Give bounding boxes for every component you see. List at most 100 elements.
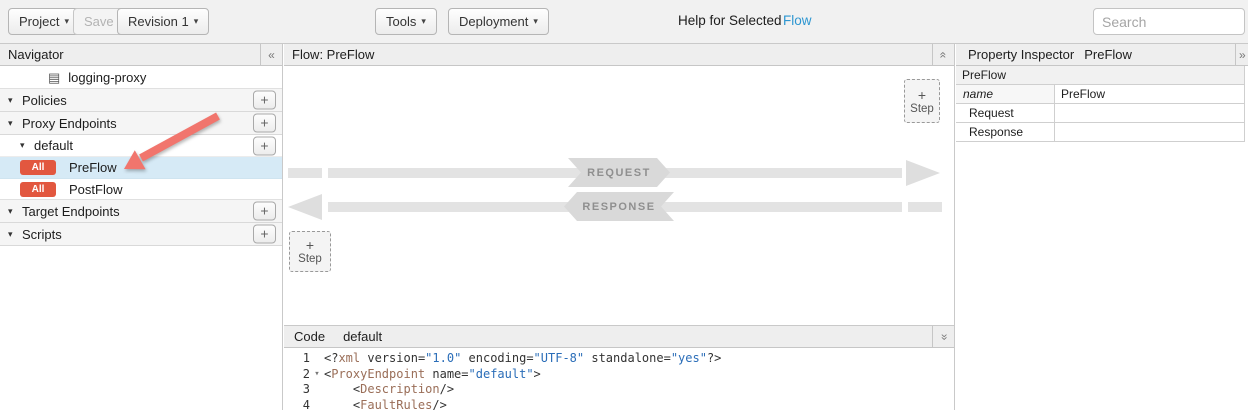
default-endpoint-label: default	[34, 138, 73, 153]
deployment-menu-label: Deployment	[459, 14, 528, 29]
property-inspector-panel: Property Inspector PreFlow » PreFlow nam…	[956, 44, 1248, 410]
fold-toggle-icon[interactable]: ▾	[310, 367, 324, 383]
postflow-all-badge: All	[20, 182, 56, 197]
property-value[interactable]: PreFlow	[1055, 85, 1244, 103]
chevron-down-icon: ▾	[421, 16, 426, 27]
step-button-label: Step	[298, 253, 322, 265]
response-ribbon[interactable]: RESPONSE	[564, 192, 674, 221]
navigator-panel: Navigator « ▤ logging-proxy ▾ Policies +…	[0, 44, 283, 410]
nav-item-postflow[interactable]: All PostFlow	[0, 179, 282, 200]
collapse-up-button[interactable]: «	[932, 44, 954, 65]
property-row: Request	[956, 104, 1244, 123]
add-flow-button[interactable]: +	[253, 136, 276, 155]
code-token: "1.0"	[425, 351, 461, 365]
nav-section-proxy-endpoints[interactable]: ▾ Proxy Endpoints +	[0, 112, 282, 135]
help-flow-link[interactable]: Flow	[783, 13, 812, 28]
add-proxy-endpoint-button[interactable]: +	[253, 114, 276, 133]
nav-section-policies[interactable]: ▾ Policies +	[0, 89, 282, 112]
code-text: <?xml version="1.0" encoding="UTF-8" sta…	[324, 351, 954, 367]
code-token: "UTF-8"	[534, 351, 585, 365]
expand-right-button[interactable]: »	[1235, 44, 1248, 65]
deployment-menu-button[interactable]: Deployment ▾	[448, 8, 549, 35]
property-row: Response	[956, 123, 1244, 142]
preflow-label: PreFlow	[69, 160, 117, 175]
fold-spacer	[310, 382, 324, 398]
line-number: 2	[284, 367, 310, 383]
property-inspector-header: Property Inspector PreFlow »	[956, 44, 1248, 66]
property-section-header[interactable]: PreFlow	[956, 66, 1244, 85]
code-line[interactable]: 1<?xml version="1.0" encoding="UTF-8" st…	[284, 351, 954, 367]
nav-section-scripts[interactable]: ▾ Scripts +	[0, 223, 282, 246]
revision-menu-label: Revision 1	[128, 14, 189, 29]
tools-menu-label: Tools	[386, 14, 416, 29]
code-token: />	[440, 382, 454, 396]
add-target-endpoint-button[interactable]: +	[253, 202, 276, 221]
property-inspector-title: Property Inspector	[968, 47, 1074, 62]
request-ribbon[interactable]: REQUEST	[568, 158, 670, 187]
code-token: "yes"	[671, 351, 707, 365]
nav-item-preflow[interactable]: All PreFlow	[0, 157, 282, 179]
revision-menu-button[interactable]: Revision 1 ▾	[117, 8, 209, 35]
tools-menu-button[interactable]: Tools ▾	[375, 8, 437, 35]
caret-down-icon: ▾	[8, 95, 22, 106]
property-value[interactable]	[1055, 104, 1244, 122]
collapse-left-button[interactable]: «	[260, 44, 282, 65]
property-label: Request	[956, 104, 1055, 122]
expand-right-icon: »	[1239, 48, 1246, 62]
code-panel-header: Code default «	[284, 326, 954, 348]
property-row: namePreFlow	[956, 85, 1244, 104]
property-inspector-context: PreFlow	[1084, 47, 1132, 62]
target-endpoints-label: Target Endpoints	[22, 204, 120, 219]
property-label: name	[956, 85, 1055, 103]
collapse-left-icon: «	[268, 48, 275, 62]
project-menu-button[interactable]: Project ▾	[8, 8, 80, 35]
preflow-all-badge: All	[20, 160, 56, 175]
project-menu-label: Project	[19, 14, 59, 29]
response-line-stub	[908, 202, 942, 212]
nav-section-target-endpoints[interactable]: ▾ Target Endpoints +	[0, 200, 282, 223]
code-panel-title: Code	[294, 329, 325, 344]
help-for-selected-label: Help for Selected	[678, 13, 782, 28]
code-lines[interactable]: 1<?xml version="1.0" encoding="UTF-8" st…	[284, 348, 954, 410]
response-arrowhead-icon	[288, 194, 322, 220]
nav-item-default-endpoint[interactable]: ▾ default +	[0, 135, 282, 157]
code-line[interactable]: 2▾<ProxyEndpoint name="default">	[284, 367, 954, 383]
plus-icon: +	[306, 238, 314, 253]
proxy-endpoints-label: Proxy Endpoints	[22, 116, 117, 131]
code-line[interactable]: 4 <FaultRules/>	[284, 398, 954, 410]
code-text: <FaultRules/>	[324, 398, 954, 410]
fold-spacer	[310, 398, 324, 410]
code-token: <	[324, 398, 360, 410]
code-text: <Description/>	[324, 382, 954, 398]
add-step-button-request[interactable]: + Step	[904, 79, 940, 123]
property-label: Response	[956, 123, 1055, 141]
add-policy-button[interactable]: +	[253, 91, 276, 110]
collapse-down-button[interactable]: «	[932, 326, 954, 347]
save-button-label: Save	[84, 14, 114, 29]
code-token: ProxyEndpoint	[331, 367, 425, 381]
response-flow-lane: RESPONSE	[284, 191, 954, 223]
code-token: standalone=	[584, 351, 671, 365]
nav-item-proxy[interactable]: ▤ logging-proxy	[0, 66, 282, 89]
request-arrowhead-icon	[906, 160, 940, 186]
property-rows: namePreFlowRequestResponse	[956, 85, 1244, 142]
code-line[interactable]: 3 <Description/>	[284, 382, 954, 398]
flow-panel: Flow: PreFlow « + Step REQUEST RESPONSE …	[284, 44, 955, 325]
code-token: />	[432, 398, 446, 410]
search-input[interactable]	[1093, 8, 1245, 35]
property-value[interactable]	[1055, 123, 1244, 141]
code-token: Description	[360, 382, 439, 396]
caret-down-icon: ▾	[8, 118, 22, 129]
request-line-stub	[288, 168, 322, 178]
add-script-button[interactable]: +	[253, 225, 276, 244]
navigator-header: Navigator «	[0, 44, 282, 66]
code-token: <?	[324, 351, 338, 365]
code-panel: Code default « 1<?xml version="1.0" enco…	[284, 325, 955, 410]
add-step-button-response[interactable]: + Step	[289, 231, 331, 272]
code-panel-context: default	[343, 329, 382, 344]
code-token: <	[324, 382, 360, 396]
plus-icon: +	[918, 88, 926, 103]
code-token: FaultRules	[360, 398, 432, 410]
fold-spacer	[310, 351, 324, 367]
line-number: 4	[284, 398, 310, 410]
